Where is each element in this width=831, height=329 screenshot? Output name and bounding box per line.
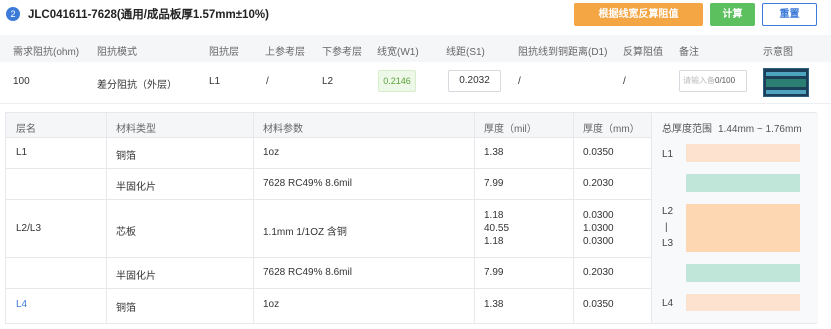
col-layer: 阻抗层 bbox=[209, 47, 239, 58]
stackup-row: L2/L3 芯板 1.1mm 1/1OZ 含铜 1.18 40.55 1.18 … bbox=[6, 200, 651, 258]
material-param: 7628 RC49% 8.6mil bbox=[263, 267, 352, 278]
col-top-ref: 上参考层 bbox=[265, 47, 305, 58]
param-row: 100 差分阻抗（外层） L1 / L2 0.2146 0.2032 / / 请… bbox=[0, 62, 831, 104]
thickness-mm: 0.2030 bbox=[583, 178, 614, 189]
stackup-row: L4 铜箔 1oz 1.38 0.0350 bbox=[6, 289, 651, 323]
col-mode: 阻抗模式 bbox=[97, 47, 137, 58]
stackup-row: L1 铜箔 1oz 1.38 0.0350 bbox=[6, 138, 651, 169]
thickness-mil: 1.38 bbox=[484, 147, 504, 158]
diagram-bottom-band bbox=[766, 90, 806, 94]
stackup-title: JLC041611-7628(通用/成品板厚1.57mm±10%) bbox=[28, 9, 269, 21]
thickness-range-title: 总厚度范围 bbox=[662, 124, 712, 135]
col-reverse: 反算阻值 bbox=[623, 47, 663, 58]
col-width: 线宽(W1) bbox=[377, 47, 419, 58]
thickness-mm: 0.0350 bbox=[583, 299, 614, 310]
stackup-table: 层名 材料类型 材料参数 厚度（mil） 厚度（mm） L1 铜箔 1oz 1.… bbox=[5, 112, 818, 324]
thickness-mil: 7.99 bbox=[484, 178, 504, 189]
material-type: 半固化片 bbox=[116, 182, 156, 193]
thickness-mm: 0.0300 bbox=[583, 210, 614, 221]
column-divider bbox=[573, 113, 574, 323]
col-impedance: 需求阻抗(ohm) bbox=[13, 47, 80, 58]
layer-name: L1 bbox=[16, 147, 28, 158]
diagram-label-separator: | bbox=[665, 222, 668, 233]
col-distance: 阻抗线到铜距离(D1) bbox=[518, 47, 608, 58]
thickness-mil: 1.38 bbox=[484, 299, 504, 310]
material-type: 铜箔 bbox=[116, 303, 136, 314]
thickness-range-value: 1.44mm ~ 1.76mm bbox=[718, 124, 802, 135]
note-counter: 0/100 bbox=[715, 76, 736, 85]
impedance-diagram-thumbnail[interactable] bbox=[763, 68, 809, 97]
top-ref-value: / bbox=[266, 76, 269, 87]
layer-name: L4 bbox=[16, 299, 28, 310]
diagram-label-l4: L4 bbox=[662, 298, 674, 309]
bottom-ref-value: L2 bbox=[322, 76, 334, 87]
column-divider bbox=[253, 113, 254, 323]
layer-value: L1 bbox=[209, 76, 221, 87]
note-input[interactable]: 请输入备0/100 bbox=[679, 70, 747, 92]
section-header: 2 JLC041611-7628(通用/成品板厚1.57mm±10%) 根据线宽… bbox=[0, 0, 831, 30]
diagram-top-band bbox=[766, 72, 806, 76]
diagram-label-l3: L3 bbox=[662, 238, 674, 249]
column-divider bbox=[106, 113, 107, 323]
thickness-mil: 1.18 bbox=[484, 210, 504, 221]
col-spacing: 线距(S1) bbox=[446, 47, 485, 58]
stackup-row: 半固化片 7628 RC49% 8.6mil 7.99 0.2030 bbox=[6, 258, 651, 289]
material-param: 1oz bbox=[263, 147, 280, 158]
reset-button[interactable]: 重置 bbox=[762, 3, 817, 26]
thickness-mil: 1.18 bbox=[484, 236, 504, 247]
section-index-badge: 2 bbox=[6, 7, 20, 21]
param-header-row: 需求阻抗(ohm) 阻抗模式 阻抗层 上参考层 下参考层 线宽(W1) 线距(S… bbox=[0, 35, 831, 62]
thickness-mm: 0.0350 bbox=[583, 147, 614, 158]
reverse-calc-button[interactable]: 根据线宽反算阻值 bbox=[574, 3, 703, 26]
width-field[interactable]: 0.2146 bbox=[378, 70, 416, 92]
distance-value: / bbox=[518, 76, 521, 87]
material-type: 芯板 bbox=[116, 227, 136, 238]
reverse-value: / bbox=[623, 76, 626, 87]
note-placeholder: 请输入备 bbox=[683, 76, 715, 85]
diagram-copper-layer bbox=[686, 294, 800, 311]
material-type: 铜箔 bbox=[116, 151, 136, 162]
calculate-button[interactable]: 计算 bbox=[710, 3, 755, 26]
diagram-prepreg-layer bbox=[686, 174, 800, 192]
thickness-mm: 1.0300 bbox=[583, 223, 614, 234]
thickness-mil: 7.99 bbox=[484, 267, 504, 278]
stackup-header-row: 层名 材料类型 材料参数 厚度（mil） 厚度（mm） bbox=[6, 113, 651, 138]
spacing-field[interactable]: 0.2032 bbox=[448, 70, 501, 92]
diagram-mid-band bbox=[766, 79, 806, 87]
diagram-prepreg-layer bbox=[686, 264, 800, 282]
diagram-core-layer bbox=[686, 204, 800, 252]
thickness-mil: 40.55 bbox=[484, 223, 510, 234]
material-type: 半固化片 bbox=[116, 271, 156, 282]
mode-value: 差分阻抗（外层） bbox=[97, 80, 177, 91]
col-material-type: 材料类型 bbox=[116, 124, 156, 135]
stackup-diagram-panel: 总厚度范围 1.44mm ~ 1.76mm L1 L2 | L3 L4 bbox=[651, 113, 818, 323]
diagram-label-l1: L1 bbox=[662, 149, 674, 160]
col-diagram: 示意图 bbox=[763, 47, 793, 58]
col-thickness-mm: 厚度（mm） bbox=[583, 124, 640, 135]
thickness-mm: 0.2030 bbox=[583, 267, 614, 278]
col-layer-name: 层名 bbox=[16, 124, 36, 135]
material-param: 7628 RC49% 8.6mil bbox=[263, 178, 352, 189]
col-material-param: 材料参数 bbox=[263, 124, 303, 135]
stackup-row: 半固化片 7628 RC49% 8.6mil 7.99 0.2030 bbox=[6, 169, 651, 200]
col-bottom-ref: 下参考层 bbox=[322, 47, 362, 58]
material-param: 1oz bbox=[263, 299, 280, 310]
col-thickness-mil: 厚度（mil） bbox=[484, 124, 537, 135]
col-note: 备注 bbox=[679, 47, 699, 58]
diagram-copper-layer bbox=[686, 144, 800, 162]
impedance-value: 100 bbox=[13, 76, 30, 87]
column-divider bbox=[474, 113, 475, 323]
thickness-mm: 0.0300 bbox=[583, 236, 614, 247]
layer-name: L2/L3 bbox=[16, 223, 42, 234]
thickness-range: 总厚度范围 1.44mm ~ 1.76mm bbox=[662, 120, 802, 135]
diagram-label-l2: L2 bbox=[662, 206, 674, 217]
material-param: 1.1mm 1/1OZ 含铜 bbox=[263, 227, 347, 238]
